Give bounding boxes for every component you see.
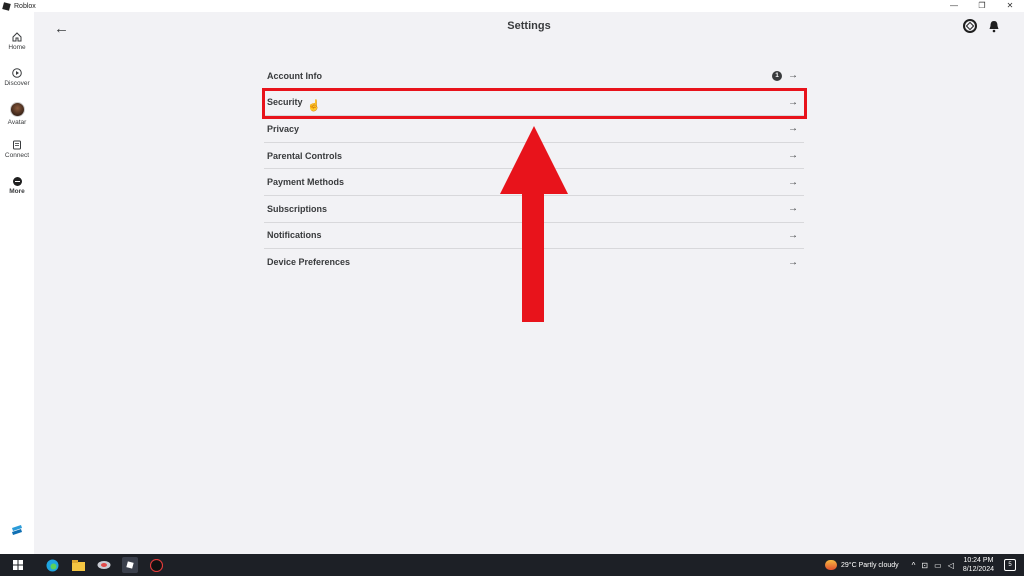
nav-label-home: Home bbox=[8, 44, 26, 51]
app-icon[interactable] bbox=[148, 557, 164, 573]
arrow-right-icon: → bbox=[788, 150, 798, 162]
hand-cursor-icon: ☝ bbox=[307, 100, 321, 112]
setting-label: Payment Methods bbox=[267, 177, 345, 188]
show-hidden-icons-icon[interactable]: ^ bbox=[912, 561, 916, 570]
weather-widget[interactable]: 29°C Partly cloudy bbox=[824, 560, 899, 570]
nav-label-discover: Discover bbox=[4, 80, 30, 87]
arrow-right-icon: → bbox=[788, 203, 798, 215]
windows-taskbar: 29°C Partly cloudy ^ ⊡ ▭ ◁ 10:24 PM 8/12… bbox=[0, 554, 1024, 576]
setting-account-info[interactable]: Account Info 1 → bbox=[264, 63, 804, 90]
setting-label: Parental Controls bbox=[267, 150, 343, 161]
left-nav-rail: Home Discover Avatar Connect More bbox=[0, 12, 34, 554]
arrow-right-icon: → bbox=[788, 256, 798, 268]
setting-label: Subscriptions bbox=[267, 203, 328, 214]
roblox-logo-icon bbox=[2, 1, 11, 11]
edge-browser-icon[interactable] bbox=[44, 557, 60, 573]
nav-item-connect[interactable]: Connect bbox=[0, 140, 34, 159]
robux-icon[interactable] bbox=[963, 19, 977, 33]
clock-date: 8/12/2024 bbox=[962, 566, 994, 573]
network-icon[interactable]: ▭ bbox=[934, 561, 942, 570]
home-icon bbox=[12, 32, 22, 42]
weather-icon bbox=[824, 560, 837, 570]
nav-label-avatar: Avatar bbox=[7, 119, 27, 126]
setting-right: → bbox=[788, 230, 804, 241]
system-tray: 29°C Partly cloudy ^ ⊡ ▭ ◁ 10:24 PM 8/12… bbox=[824, 556, 1024, 574]
nav-item-home[interactable]: Home bbox=[0, 32, 34, 51]
file-explorer-icon[interactable] bbox=[70, 557, 86, 573]
roblox-taskbar-icon[interactable] bbox=[122, 557, 138, 573]
more-icon bbox=[12, 177, 22, 186]
window-titlebar: Roblox — ❐ ✕ bbox=[0, 0, 1024, 12]
arrow-right-icon: → bbox=[788, 229, 798, 241]
clock[interactable]: 10:24 PM 8/12/2024 bbox=[963, 556, 994, 574]
setting-right: → bbox=[788, 257, 804, 268]
setting-right: → bbox=[788, 123, 804, 134]
close-button[interactable]: ✕ bbox=[996, 0, 1024, 12]
setting-label: Device Preferences bbox=[267, 257, 351, 268]
chat-icon bbox=[13, 140, 21, 150]
page-title: Settings bbox=[507, 20, 551, 32]
play-icon bbox=[12, 68, 22, 78]
arrow-right-icon: → bbox=[788, 176, 798, 188]
nav-item-discover[interactable]: Discover bbox=[0, 68, 34, 87]
weather-text: 29°C Partly cloudy bbox=[840, 561, 899, 569]
arrow-right-icon: → bbox=[788, 123, 798, 135]
setting-label: Account Info bbox=[267, 70, 322, 81]
app-icon[interactable] bbox=[96, 557, 112, 573]
avatar-image bbox=[9, 102, 25, 117]
red-arrow-annotation bbox=[500, 126, 568, 322]
setting-label: Notifications bbox=[267, 230, 322, 241]
setting-right: → bbox=[788, 177, 804, 188]
highlight-box bbox=[262, 88, 807, 119]
setting-right: → bbox=[788, 150, 804, 161]
minimize-button[interactable]: — bbox=[940, 0, 968, 12]
notification-bell-icon[interactable] bbox=[988, 20, 1000, 33]
setting-right: → bbox=[788, 203, 804, 214]
window-title: Roblox bbox=[14, 2, 36, 10]
nav-label-more: More bbox=[9, 188, 25, 195]
setting-label: Privacy bbox=[267, 123, 300, 134]
roblox-studio-icon[interactable] bbox=[11, 524, 23, 536]
window-controls: — ❐ ✕ bbox=[940, 0, 1024, 12]
nav-label-connect: Connect bbox=[4, 152, 30, 159]
clock-time: 10:24 PM bbox=[963, 557, 994, 564]
restore-button[interactable]: ❐ bbox=[968, 0, 996, 12]
notification-badge: 1 bbox=[772, 70, 782, 81]
windows-start-icon[interactable] bbox=[10, 557, 26, 573]
arrow-right-icon: → bbox=[788, 70, 798, 82]
setting-right: 1 → bbox=[772, 70, 804, 81]
notification-center-icon[interactable]: 5 bbox=[1004, 559, 1016, 571]
nav-item-more[interactable]: More bbox=[0, 177, 34, 195]
volume-icon[interactable]: ◁ bbox=[948, 561, 954, 570]
tray-app-icon[interactable]: ⊡ bbox=[921, 561, 928, 570]
nav-item-avatar[interactable]: Avatar bbox=[0, 102, 34, 126]
